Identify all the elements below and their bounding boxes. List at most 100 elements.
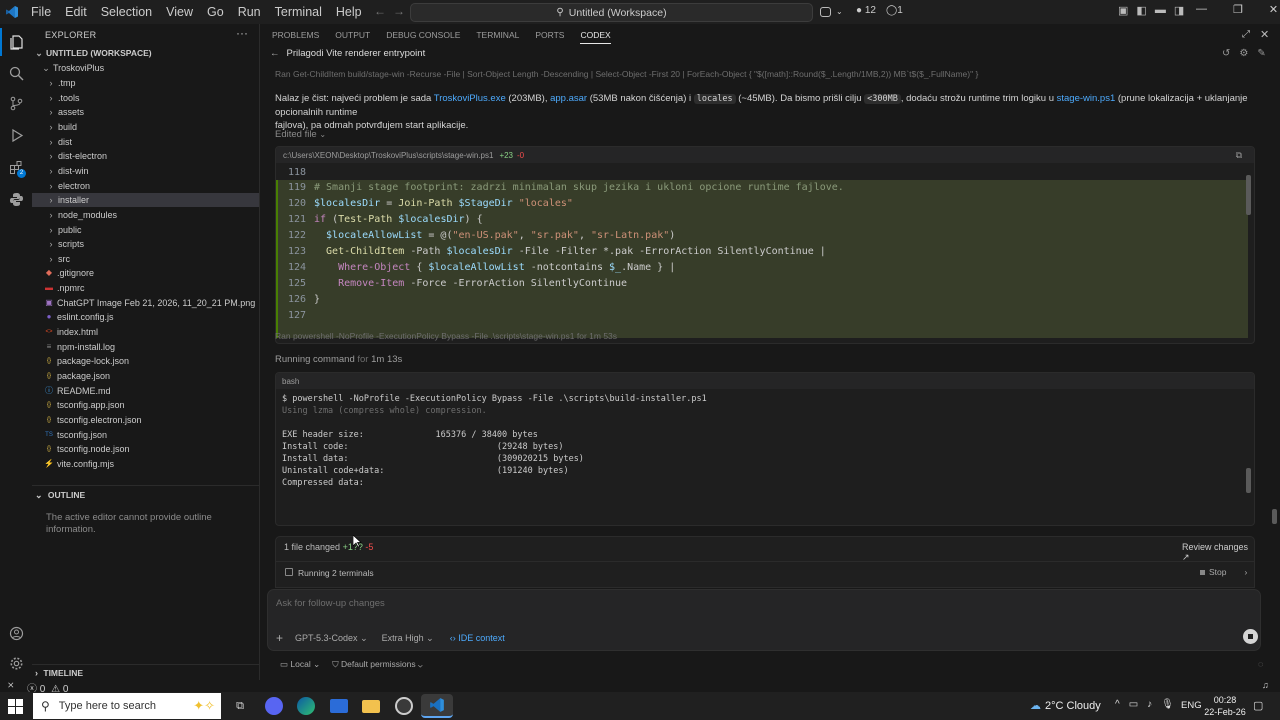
folder-item[interactable]: › installer bbox=[32, 193, 259, 208]
network-icon[interactable]: ▭ bbox=[1129, 699, 1138, 710]
vscode-taskbar-icon[interactable] bbox=[421, 694, 453, 718]
explorer-icon[interactable] bbox=[0, 28, 32, 56]
new-thread-icon[interactable]: ✎ bbox=[1257, 48, 1265, 59]
folder-item[interactable]: › src bbox=[32, 252, 259, 266]
menu-edit[interactable]: Edit bbox=[58, 5, 94, 19]
copy-icon[interactable]: ⧉ bbox=[1236, 150, 1242, 161]
tab-output[interactable]: OUTPUT bbox=[335, 30, 370, 44]
python-icon[interactable] bbox=[0, 186, 32, 212]
close-panel-icon[interactable]: ✕ bbox=[1260, 28, 1269, 41]
clock[interactable]: 00:28 22-Feb-26 bbox=[1203, 694, 1247, 718]
menu-view[interactable]: View bbox=[159, 5, 200, 19]
language-indicator[interactable]: ENG bbox=[1181, 700, 1202, 711]
file-item[interactable]: ≡ npm-install.log bbox=[32, 340, 259, 354]
source-control-icon[interactable] bbox=[0, 90, 32, 116]
file-item[interactable]: {} tsconfig.node.json bbox=[32, 442, 259, 456]
file-item[interactable]: <> index.html bbox=[32, 325, 259, 339]
folder-item[interactable]: › .tmp bbox=[32, 76, 259, 90]
file-explorer-icon[interactable] bbox=[359, 694, 383, 718]
close-icon[interactable]: ✕ bbox=[1269, 3, 1278, 16]
menu-go[interactable]: Go bbox=[200, 5, 231, 19]
menu-file[interactable]: File bbox=[24, 5, 58, 19]
file-item[interactable]: TS tsconfig.json bbox=[32, 428, 259, 442]
github-desktop-icon[interactable] bbox=[392, 694, 416, 718]
stop-generation-button[interactable] bbox=[1243, 629, 1258, 644]
more-actions-icon[interactable]: ··· bbox=[236, 26, 248, 40]
root-folder[interactable]: ⌄ TroskoviPlus bbox=[32, 61, 259, 75]
menu-terminal[interactable]: Terminal bbox=[268, 5, 329, 19]
followup-input[interactable]: Ask for follow-up changes bbox=[276, 598, 1216, 609]
forward-arrow-icon[interactable]: → bbox=[393, 4, 405, 18]
taskbar-search[interactable]: ⚲ Type here to search ✦✧ bbox=[33, 693, 221, 719]
settings-icon[interactable]: ⚙ bbox=[1239, 48, 1248, 59]
local-selector[interactable]: ▭ Local ⌄ bbox=[280, 659, 320, 670]
file-item[interactable]: ▣ ChatGPT Image Feb 21, 2026, 11_20_21 PM… bbox=[32, 296, 259, 310]
menu-selection[interactable]: Selection bbox=[94, 5, 159, 19]
outline-header[interactable]: ⌄ OUTLINE bbox=[32, 486, 259, 501]
folder-item[interactable]: › assets bbox=[32, 105, 259, 119]
file-item[interactable]: {} tsconfig.electron.json bbox=[32, 413, 259, 427]
task-view-icon[interactable]: ⧉ bbox=[228, 694, 252, 718]
remote-icon[interactable]: ⨯ bbox=[7, 680, 15, 691]
tab-codex[interactable]: CODEX bbox=[580, 30, 611, 44]
folder-item[interactable]: › electron bbox=[32, 179, 259, 193]
model-selector[interactable]: GPT-5.3-Codex ⌄ bbox=[295, 633, 368, 644]
toggle-panel-icon[interactable]: ▬ bbox=[1155, 4, 1166, 17]
history-icon[interactable]: ↺ bbox=[1222, 48, 1230, 59]
link-app-asar[interactable]: app.asar bbox=[550, 93, 587, 104]
restore-icon[interactable]: ❐ bbox=[1233, 3, 1243, 16]
folder-item[interactable]: › dist-electron bbox=[32, 149, 259, 163]
edited-file-label[interactable]: Edited file ⌄ bbox=[275, 129, 326, 140]
menu-help[interactable]: Help bbox=[329, 5, 369, 19]
back-arrow-icon[interactable]: ← bbox=[374, 4, 386, 18]
tab-terminal[interactable]: TERMINAL bbox=[476, 30, 519, 44]
toggle-sidebar-icon[interactable]: ◧ bbox=[1136, 4, 1146, 17]
file-item[interactable]: ⓘ README.md bbox=[32, 384, 259, 398]
minimize-icon[interactable]: — bbox=[1196, 3, 1207, 16]
diff-scrollbar[interactable] bbox=[1246, 175, 1251, 215]
link-stage-win[interactable]: stage-win.ps1 bbox=[1057, 93, 1116, 104]
file-item[interactable]: {} package-lock.json bbox=[32, 354, 259, 368]
ide-context-toggle[interactable]: ‹› IDE context bbox=[450, 633, 505, 643]
folder-item[interactable]: › .tools bbox=[32, 91, 259, 105]
terminal-scrollbar[interactable] bbox=[1246, 468, 1251, 493]
folder-item[interactable]: › dist bbox=[32, 135, 259, 149]
start-button[interactable] bbox=[8, 699, 23, 714]
workspace-header[interactable]: ⌄ UNTITLED (WORKSPACE) bbox=[32, 46, 259, 60]
back-icon[interactable]: ← bbox=[270, 48, 280, 59]
ports-badge[interactable]: ◯1 bbox=[886, 5, 903, 16]
search-view-icon[interactable] bbox=[0, 60, 32, 86]
weather-widget[interactable]: ☁ 2°C Cloudy bbox=[1030, 699, 1101, 713]
file-item[interactable]: ◆ .gitignore bbox=[32, 266, 259, 280]
account-icon[interactable] bbox=[0, 620, 32, 646]
link-troskovi-exe[interactable]: TroskoviPlus.exe bbox=[434, 93, 506, 104]
run-debug-icon[interactable] bbox=[0, 122, 32, 148]
volume-icon[interactable]: ♪ bbox=[1147, 699, 1152, 710]
folder-item[interactable]: › scripts bbox=[32, 237, 259, 251]
command-center-search[interactable]: ⚲ Untitled (Workspace) bbox=[410, 3, 813, 22]
file-item[interactable]: ▬ .npmrc bbox=[32, 281, 259, 295]
diff-path[interactable]: c:\Users\XEON\Desktop\TroskoviPlus\scrip… bbox=[283, 151, 493, 160]
panel-scrollbar[interactable] bbox=[1272, 509, 1277, 524]
menu-run[interactable]: Run bbox=[231, 5, 268, 19]
folder-item[interactable]: › build bbox=[32, 120, 259, 134]
permissions-selector[interactable]: ⛉ Default permissions ⌄ bbox=[332, 659, 422, 670]
extensions-icon[interactable]: 2 bbox=[0, 154, 32, 180]
mail-app-icon[interactable] bbox=[327, 694, 351, 718]
folder-item[interactable]: › public bbox=[32, 223, 259, 237]
file-item[interactable]: {} package.json bbox=[32, 369, 259, 383]
folder-item[interactable]: › dist-win bbox=[32, 164, 259, 178]
notifications-badge[interactable]: ● 12 bbox=[856, 5, 876, 16]
timeline-header[interactable]: › TIMELINE bbox=[32, 664, 259, 678]
tab-ports[interactable]: PORTS bbox=[535, 30, 564, 44]
discord-app-icon[interactable] bbox=[262, 694, 286, 718]
review-changes-button[interactable]: Review changes ↗ bbox=[1182, 542, 1254, 563]
chevron-up-icon[interactable]: ^ bbox=[1115, 699, 1120, 710]
effort-selector[interactable]: Extra High ⌄ bbox=[382, 633, 434, 644]
add-context-icon[interactable]: + bbox=[276, 631, 283, 645]
tab-problems[interactable]: PROBLEMS bbox=[272, 30, 319, 44]
bell-icon[interactable]: ♫ bbox=[1262, 680, 1269, 690]
tab-debug-console[interactable]: DEBUG CONSOLE bbox=[386, 30, 460, 44]
stop-terminals-button[interactable]: Stop › bbox=[1200, 567, 1247, 577]
file-item[interactable]: ● eslint.config.js bbox=[32, 310, 259, 324]
